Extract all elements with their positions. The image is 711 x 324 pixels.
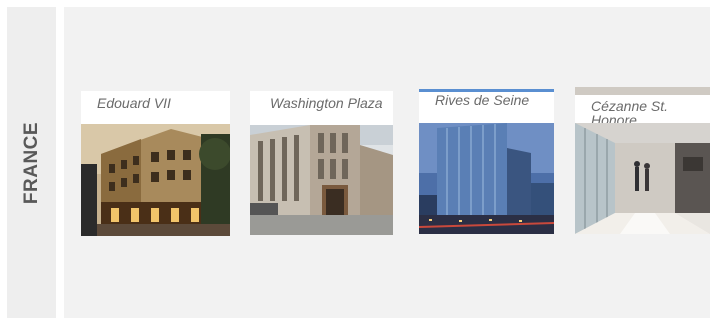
property-name: Washington Plaza xyxy=(270,95,383,111)
property-card-washington-plaza: Washington Plaza xyxy=(250,91,393,235)
region-label: FRANCE xyxy=(20,121,42,204)
properties-panel: Edouard VII Washington Plaza Rives de Se… xyxy=(64,7,710,318)
region-sidebar: FRANCE xyxy=(7,7,56,318)
property-name: Rives de Seine xyxy=(435,92,530,108)
property-card-edouard-vii: Edouard VII xyxy=(81,91,230,236)
property-caption: Cézanne St. Honore xyxy=(575,95,710,123)
property-caption: Rives de Seine xyxy=(419,92,554,123)
property-card-rives-de-seine: Rives de Seine xyxy=(419,89,554,234)
property-photo xyxy=(250,125,393,235)
property-name: Edouard VII xyxy=(97,95,171,111)
property-name: Cézanne St. Honore xyxy=(591,98,669,123)
property-photo xyxy=(575,123,710,234)
property-caption: Washington Plaza xyxy=(250,91,393,125)
property-caption: Edouard VII xyxy=(81,91,230,124)
property-photo xyxy=(81,124,230,236)
property-card-cezanne-st-honore: Cézanne St. Honore xyxy=(575,87,710,234)
photo-top-strip xyxy=(575,87,710,95)
property-photo xyxy=(419,123,554,234)
